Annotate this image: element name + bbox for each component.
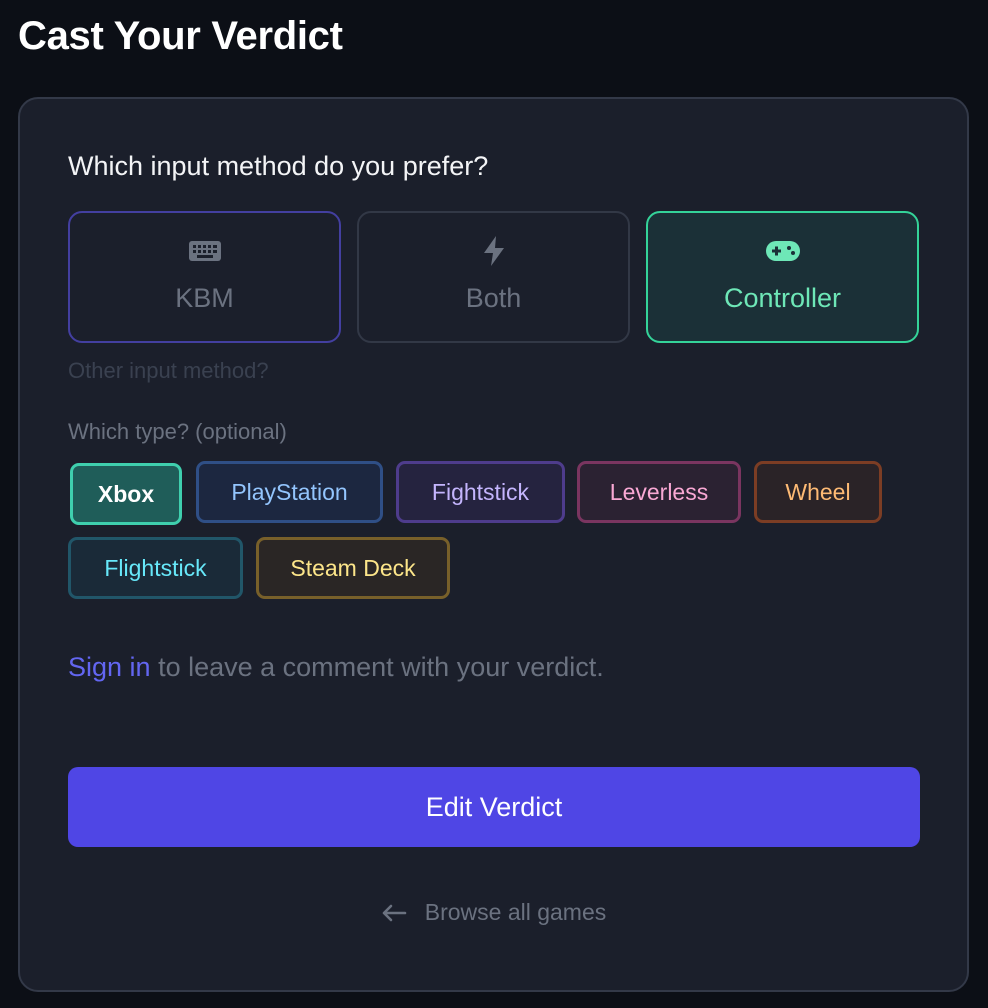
signin-link[interactable]: Sign in xyxy=(68,652,151,682)
gamepad-icon xyxy=(648,237,917,265)
type-chip-xbox[interactable]: Xbox xyxy=(70,463,182,525)
type-chip-flightstick[interactable]: Flightstick xyxy=(68,537,243,599)
browse-all-games-link[interactable]: Browse all games xyxy=(20,899,967,926)
input-method-question: Which input method do you prefer? xyxy=(68,151,489,181)
method-option-controller[interactable]: Controller xyxy=(646,211,919,343)
type-chip-wheel[interactable]: Wheel xyxy=(754,461,882,523)
lightning-icon xyxy=(359,236,628,266)
verdict-card: Which input method do you prefer? KBM Bo… xyxy=(18,97,969,992)
browse-label: Browse all games xyxy=(424,899,607,925)
type-label: Which type? (optional) xyxy=(68,419,287,444)
signin-prompt: Sign in to leave a comment with your ver… xyxy=(68,652,604,683)
method-label: Both xyxy=(465,283,522,313)
type-chip-fightstick[interactable]: Fightstick xyxy=(396,461,565,523)
method-option-both[interactable]: Both xyxy=(357,211,630,343)
edit-verdict-button[interactable]: Edit Verdict xyxy=(68,767,920,847)
signin-text: to leave a comment with your verdict. xyxy=(150,652,604,682)
type-chips: Xbox PlayStation Fightstick Leverless Wh… xyxy=(68,461,928,606)
keyboard-icon xyxy=(70,237,339,265)
method-option-kbm[interactable]: KBM xyxy=(68,211,341,343)
type-chip-playstation[interactable]: PlayStation xyxy=(196,461,383,523)
method-label: KBM xyxy=(175,283,234,313)
page-title: Cast Your Verdict xyxy=(18,14,343,58)
other-input-method-link[interactable]: Other input method? xyxy=(68,358,269,384)
arrow-left-icon xyxy=(381,903,407,923)
type-chip-steam-deck[interactable]: Steam Deck xyxy=(256,537,450,599)
method-label: Controller xyxy=(723,283,842,313)
type-chip-leverless[interactable]: Leverless xyxy=(577,461,741,523)
